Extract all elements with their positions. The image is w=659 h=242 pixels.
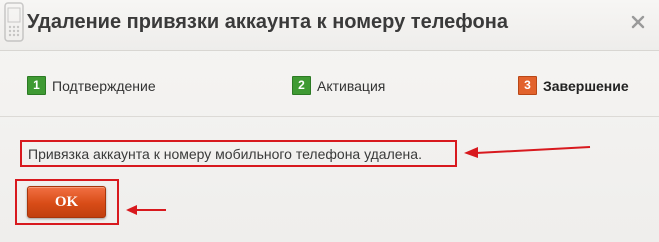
status-message: Привязка аккаунта к номеру мобильного те… [28, 146, 422, 162]
arrow-icon [126, 205, 166, 215]
step-number: 1 [27, 76, 46, 95]
close-icon[interactable] [630, 14, 646, 30]
dialog: Удаление привязки аккаунта к номеру теле… [0, 0, 659, 242]
divider [0, 116, 659, 117]
step-label: Завершение [543, 77, 629, 94]
step-confirmation: 1 Подтверждение [27, 76, 156, 95]
step-completion: 3 Завершение [518, 76, 629, 95]
step-label: Активация [317, 77, 386, 94]
step-label: Подтверждение [52, 77, 156, 94]
dialog-title: Удаление привязки аккаунта к номеру теле… [27, 11, 508, 33]
phone-icon [4, 2, 24, 42]
ok-button-highlight: OK [15, 179, 119, 225]
ok-button[interactable]: OK [27, 186, 106, 218]
steps-progress: 1 Подтверждение 2 Активация 3 Завершение [0, 70, 659, 100]
dialog-header: Удаление привязки аккаунта к номеру теле… [0, 0, 659, 51]
step-number: 2 [292, 76, 311, 95]
step-activation: 2 Активация [292, 76, 386, 95]
step-number: 3 [518, 76, 537, 95]
arrow-icon [464, 146, 591, 158]
message-highlight: Привязка аккаунта к номеру мобильного те… [20, 140, 457, 167]
